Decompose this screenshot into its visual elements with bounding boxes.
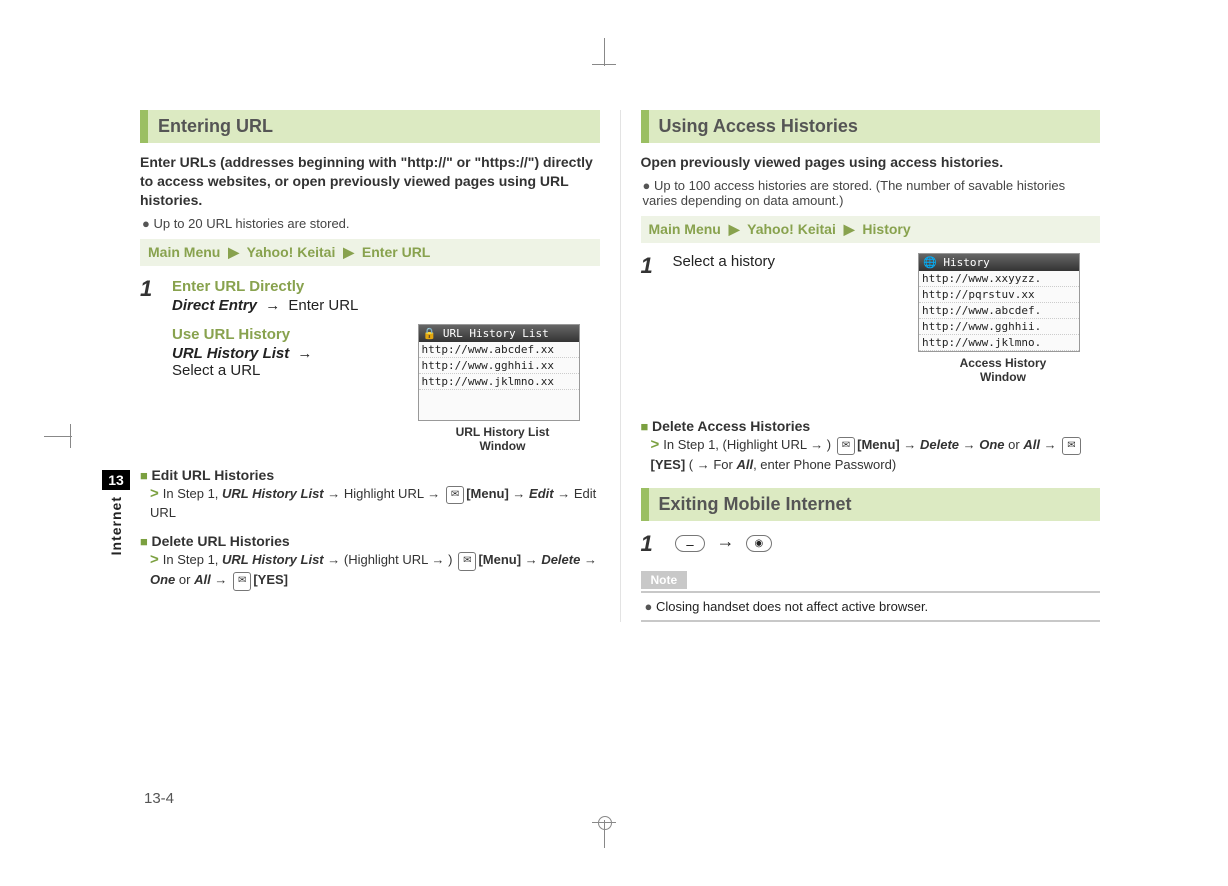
step-1: 1 Enter URL Directly Direct Entry → Ente… (140, 276, 600, 453)
cropmark (598, 816, 612, 830)
page-number: 13-4 (144, 790, 174, 807)
arrow-icon: → (297, 345, 312, 362)
step-number: 1 (140, 276, 160, 453)
screenshot-line: http://pqrstuv.xx (919, 287, 1079, 303)
menu-path: Main Menu ▶ Yahoo! Keitai ▶ History (641, 216, 1101, 243)
edit-url-histories-proc: >In Step 1, URL History List → Highlight… (150, 483, 600, 524)
screenshot-line: http://www.jklmno.xx (419, 374, 579, 390)
right-column: Using Access Histories Open previously v… (621, 110, 1101, 622)
screenshot-line: http://www.xxyyzz. (919, 271, 1079, 287)
sep-icon: ▶ (228, 244, 239, 260)
end-key-icon: ⚊ (675, 535, 706, 552)
sep-icon: ▶ (729, 221, 740, 237)
section-title-access-histories: Using Access Histories (641, 110, 1101, 143)
arrow-icon: → (716, 531, 734, 551)
screenshot-caption: URL History List Window (418, 425, 588, 453)
screenshot-line: http://www.abcdef. (919, 303, 1079, 319)
select-history-text: Select a history (673, 253, 776, 270)
note-text: Closing handset does not affect active b… (641, 591, 1101, 622)
exit-step: 1 ⚊ → ◉ (641, 531, 1101, 557)
enter-url-text: Enter URL (288, 297, 358, 314)
menu-c: Enter URL (362, 244, 430, 260)
url-history-list-label: URL History List (172, 345, 289, 362)
cropmark (44, 436, 72, 437)
chapter-label: Internet (108, 496, 124, 555)
menu-b: Yahoo! Keitai (747, 221, 836, 237)
mail-key-icon: ✉ (837, 437, 855, 456)
screenshot-title: 🌐 History (919, 254, 1079, 271)
intro-text: Enter URLs (addresses beginning with "ht… (140, 153, 600, 210)
chapter-tab: 13 Internet (102, 470, 130, 561)
mail-key-icon: ✉ (458, 552, 476, 571)
cropmark (592, 64, 616, 65)
sep-icon: ▶ (343, 244, 354, 260)
delete-url-histories-proc: >In Step 1, URL History List → (Highligh… (150, 549, 600, 590)
page-body: Entering URL Enter URLs (addresses begin… (140, 110, 1100, 622)
note-tag: Note (641, 571, 688, 589)
menu-c: History (862, 221, 910, 237)
left-column: Entering URL Enter URLs (addresses begin… (140, 110, 621, 622)
menu-b: Yahoo! Keitai (247, 244, 336, 260)
bullet-note: Up to 100 access histories are stored. (… (643, 178, 1101, 208)
step-number: 1 (641, 531, 661, 557)
mail-key-icon: ✉ (233, 572, 251, 591)
screenshot-line: http://www.gghhii.xx (419, 358, 579, 374)
screenshot-line: http://www.gghhii. (919, 319, 1079, 335)
chevron-icon: > (651, 436, 660, 453)
chevron-icon: > (150, 551, 159, 568)
note-block: Note Closing handset does not affect act… (641, 571, 1101, 622)
access-history-screenshot: 🌐 History http://www.xxyyzz. http://pqrs… (918, 253, 1088, 384)
substep-line: Direct Entry → Enter URL (172, 297, 588, 314)
cropmark (70, 424, 71, 448)
url-history-screenshot: 🔒 URL History List http://www.abcdef.xx … (418, 324, 588, 453)
chapter-number: 13 (102, 470, 130, 490)
substep-head: Enter URL Directly (172, 278, 588, 295)
menu-path: Main Menu ▶ Yahoo! Keitai ▶ Enter URL (140, 239, 600, 266)
edit-url-histories-head: Edit URL Histories (140, 467, 600, 483)
delete-access-histories-head: Delete Access Histories (641, 418, 1101, 434)
sep-icon: ▶ (844, 221, 855, 237)
screenshot-line: http://www.abcdef.xx (419, 342, 579, 358)
intro-text: Open previously viewed pages using acces… (641, 153, 1101, 172)
delete-access-histories-proc: >In Step 1, (Highlight URL → ) ✉[Menu] →… (651, 434, 1101, 475)
direct-entry-label: Direct Entry (172, 297, 257, 314)
menu-a: Main Menu (148, 244, 220, 260)
screenshot-line: http://www.jklmno. (919, 335, 1079, 351)
arrow-icon: → (265, 297, 280, 314)
mail-key-icon: ✉ (1062, 437, 1080, 456)
step-1: 1 🌐 History http://www.xxyyzz. http://pq… (641, 253, 1101, 404)
select-url-text: Select a URL (172, 362, 260, 379)
bullet-note: Up to 20 URL histories are stored. (142, 216, 600, 231)
screenshot-title: 🔒 URL History List (419, 325, 579, 342)
step-number: 1 (641, 253, 661, 404)
cropmark (604, 38, 605, 66)
section-title-entering-url: Entering URL (140, 110, 600, 143)
delete-url-histories-head: Delete URL Histories (140, 533, 600, 549)
screenshot-caption: Access History Window (918, 356, 1088, 384)
chevron-icon: > (150, 485, 159, 502)
section-title-exiting: Exiting Mobile Internet (641, 488, 1101, 521)
mail-key-icon: ✉ (446, 486, 464, 505)
center-key-icon: ◉ (746, 535, 773, 552)
menu-a: Main Menu (649, 221, 721, 237)
